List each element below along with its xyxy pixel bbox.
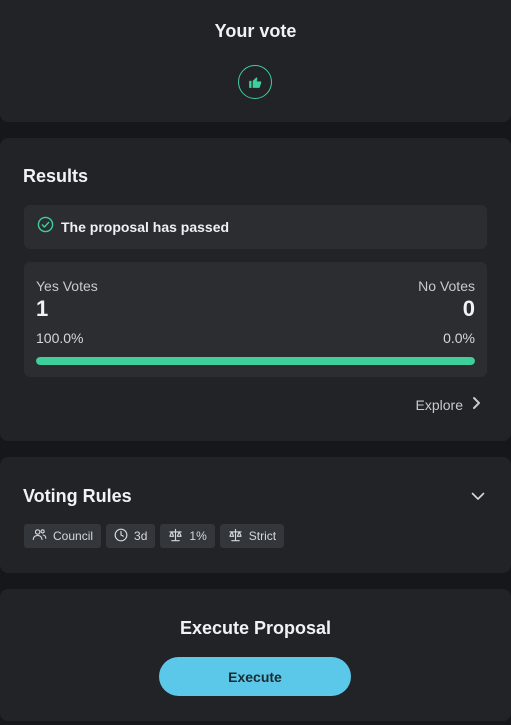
yes-votes-fill: [36, 357, 475, 365]
execute-button[interactable]: Execute: [159, 657, 351, 696]
scale-icon: [168, 528, 183, 545]
no-votes-percent: 0.0%: [443, 330, 475, 346]
explore-label: Explore: [415, 396, 463, 413]
explore-link[interactable]: Explore: [416, 396, 481, 413]
proposal-status-text: The proposal has passed: [61, 219, 230, 235]
your-vote-title: Your vote: [214, 21, 297, 41]
no-votes-count: 0: [462, 296, 475, 321]
yes-votes-percent: 100.0%: [36, 330, 84, 346]
execute-proposal-card: Execute Proposal Execute: [0, 589, 511, 721]
chevron-down-icon[interactable]: [471, 488, 485, 506]
yes-votes-count: 1: [36, 296, 49, 321]
execute-proposal-title: Execute Proposal: [179, 618, 332, 638]
thumbs-up-icon: [238, 65, 272, 99]
clock-icon: [114, 528, 128, 545]
vote-progress-bar: [36, 357, 475, 365]
chevron-right-icon: [471, 396, 481, 413]
rule-label: 3d: [134, 529, 148, 543]
voting-rules-card: Voting Rules Council 3d 1% Strict: [0, 457, 511, 573]
scale-icon: [228, 528, 243, 545]
proposal-status-banner: The proposal has passed: [24, 205, 487, 249]
check-circle-icon: [37, 216, 54, 238]
rule-pill-council: Council: [24, 524, 102, 548]
rule-pill-threshold: 1%: [160, 524, 215, 548]
rule-pill-mode: Strict: [219, 524, 285, 548]
results-title: Results: [23, 166, 89, 186]
no-votes-label: No Votes: [418, 278, 475, 294]
voting-rules-title: Voting Rules: [23, 486, 132, 506]
yes-votes-label: Yes Votes: [36, 278, 98, 294]
users-icon: [32, 528, 47, 544]
rule-label: Strict: [248, 529, 277, 543]
rule-label: 1%: [189, 529, 207, 543]
vote-tally: Yes Votes No Votes 1 0 100.0% 0.0%: [24, 262, 487, 377]
rule-label: Council: [53, 529, 94, 543]
your-vote-card: Your vote: [0, 0, 511, 122]
rule-pill-duration: 3d: [106, 524, 156, 548]
voting-rules-list: Council 3d 1% Strict: [24, 524, 285, 548]
results-card: Results The proposal has passed Yes Vote…: [0, 138, 511, 441]
